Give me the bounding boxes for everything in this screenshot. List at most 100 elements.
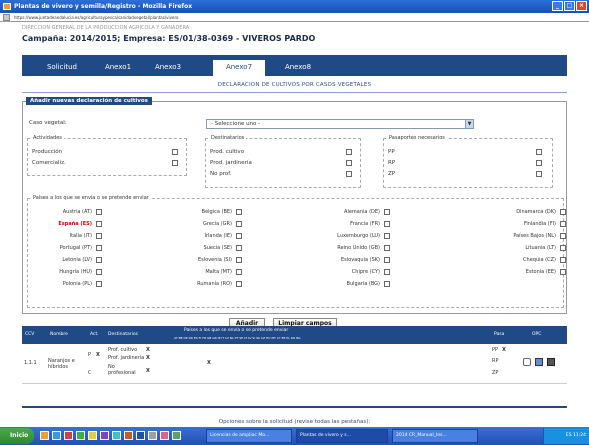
destinatarios-title: Destinatarios xyxy=(209,135,247,141)
taskbar-item-plantas[interactable]: Plantas de vivero y s... xyxy=(296,429,388,443)
country-checkbox[interactable] xyxy=(384,269,390,275)
close-button[interactable]: × xyxy=(576,1,587,11)
country-checkbox[interactable] xyxy=(236,221,242,227)
url-text: https://www.juntadeandalucia.es/agricult… xyxy=(14,15,179,20)
edit-icon[interactable] xyxy=(535,358,543,366)
row-pasa3: ZP xyxy=(492,370,499,376)
country-checkbox[interactable] xyxy=(236,269,242,275)
tab-anexo3[interactable]: Anexo3 xyxy=(150,60,186,76)
page-title: Campaña: 2014/2015; Empresa: ES/01/38-03… xyxy=(22,34,316,43)
row-pasa1: PP xyxy=(492,347,499,353)
delete-icon[interactable] xyxy=(547,358,555,366)
act-produccion-checkbox[interactable] xyxy=(172,149,178,155)
view-icon[interactable] xyxy=(523,358,531,366)
maximize-button[interactable]: □ xyxy=(564,1,575,11)
row-dest3-x: X xyxy=(146,368,150,374)
tab-anexo1[interactable]: Anexo1 xyxy=(100,60,136,76)
quicklaunch-icon[interactable] xyxy=(160,431,169,440)
country-label: Bulgaria (BG) xyxy=(346,281,380,287)
tab-anexo8[interactable]: Anexo8 xyxy=(278,60,318,76)
country-label: Países Bajos (NL) xyxy=(513,233,556,239)
dest-jardineria-label: Prod. jardinería xyxy=(210,160,252,166)
minimize-button[interactable]: _ xyxy=(552,1,563,11)
country-label: Chequia (CZ) xyxy=(523,257,556,263)
country-checkbox[interactable] xyxy=(384,281,390,287)
title-bar: Plantas de vivero y semilla/Registro - M… xyxy=(0,0,589,13)
quicklaunch-icon[interactable] xyxy=(124,431,133,440)
country-checkbox[interactable] xyxy=(236,281,242,287)
country-checkbox[interactable] xyxy=(236,233,242,239)
country-label: Portugal (PT) xyxy=(59,245,92,251)
dest-cultivo-checkbox[interactable] xyxy=(346,149,352,155)
dest-noprof-checkbox[interactable] xyxy=(346,171,352,177)
row-es-mark: X xyxy=(207,360,211,366)
tab-solicitud[interactable]: Solicitud xyxy=(40,60,84,76)
country-checkbox[interactable] xyxy=(236,245,242,251)
country-checkbox[interactable] xyxy=(96,245,102,251)
add-declaration-form: Añadir nuevas declaración de cultivos Ca… xyxy=(22,97,567,329)
tab-anexo7[interactable]: Anexo7 xyxy=(212,59,266,76)
quicklaunch-icon[interactable] xyxy=(76,431,85,440)
row-dest1: Prof. cultivo xyxy=(108,347,138,353)
tab-bar: Solicitud Anexo1 Anexo3 Anexo7 Anexo8 xyxy=(22,55,567,76)
quicklaunch-icon[interactable] xyxy=(112,431,121,440)
country-checkbox[interactable] xyxy=(560,257,566,263)
country-checkbox[interactable] xyxy=(96,233,102,239)
country-checkbox[interactable] xyxy=(560,209,566,215)
act-comercializ-checkbox[interactable] xyxy=(172,160,178,166)
caso-vegetal-select[interactable]: - Seleccione uno - ▼ xyxy=(206,119,474,129)
country-checkbox[interactable] xyxy=(560,269,566,275)
country-label: Francia (FR) xyxy=(350,221,380,227)
row-act-x: X xyxy=(96,352,100,358)
pasa-pp-checkbox[interactable] xyxy=(536,149,542,155)
country-checkbox[interactable] xyxy=(384,257,390,263)
country-checkbox[interactable] xyxy=(96,257,102,263)
dest-noprof-label: No prof. xyxy=(210,171,232,177)
pasa-rp-checkbox[interactable] xyxy=(536,160,542,166)
row-pasa2: RP xyxy=(492,358,499,364)
pasa-pp-label: PP xyxy=(388,149,395,155)
taskbar-item-manual[interactable]: 2014 CR_Manual_Ins... xyxy=(392,429,478,443)
country-checkbox[interactable] xyxy=(384,245,390,251)
row-pasa1-x: X xyxy=(502,347,506,353)
dest-cultivo-label: Prod. cultivo xyxy=(210,149,245,155)
country-checkbox[interactable] xyxy=(236,257,242,263)
row-dest2-x: X xyxy=(146,355,150,361)
country-label: Grecia (GR) xyxy=(203,221,232,227)
quicklaunch-icon[interactable] xyxy=(100,431,109,440)
pasa-zp-checkbox[interactable] xyxy=(536,171,542,177)
section-title: DECLARACION DE CULTIVOS POR CASOS VEGETA… xyxy=(217,82,372,88)
country-checkbox[interactable] xyxy=(96,281,102,287)
browser-window: Plantas de vivero y semilla/Registro - M… xyxy=(0,0,589,445)
quicklaunch-icon[interactable] xyxy=(88,431,97,440)
quicklaunch-icon[interactable] xyxy=(136,431,145,440)
pasa-rp-label: RP xyxy=(388,160,396,166)
country-checkbox[interactable] xyxy=(384,209,390,215)
country-checkbox[interactable] xyxy=(236,209,242,215)
quicklaunch-icon[interactable] xyxy=(52,431,61,440)
footer-options-link[interactable]: Opciones sobre la solicitud (revise toda… xyxy=(22,419,567,425)
quicklaunch-icon[interactable] xyxy=(40,431,49,440)
quicklaunch-icon[interactable] xyxy=(148,431,157,440)
start-button[interactable]: Inicio xyxy=(0,428,34,444)
dest-jardineria-checkbox[interactable] xyxy=(346,160,352,166)
th-destinatarios: Destinatarios xyxy=(108,332,138,337)
country-checkbox[interactable] xyxy=(384,221,390,227)
address-bar[interactable]: https://www.juntadeandalucia.es/agricult… xyxy=(0,13,589,22)
quicklaunch-icon[interactable] xyxy=(64,431,73,440)
country-label: Alemania (DE) xyxy=(344,209,380,215)
country-checkbox[interactable] xyxy=(560,233,566,239)
country-label: Bélgica (BE) xyxy=(201,209,232,215)
country-label: España (ES) xyxy=(58,221,92,227)
country-checkbox[interactable] xyxy=(560,245,566,251)
country-checkbox[interactable] xyxy=(96,221,102,227)
country-label: Italia (IT) xyxy=(69,233,92,239)
taskbar-item-licencias[interactable]: Licencias de ampliac Mo... xyxy=(206,429,292,443)
country-checkbox[interactable] xyxy=(384,233,390,239)
th-pasa: Pasa xyxy=(494,332,505,337)
quicklaunch-icon[interactable] xyxy=(172,431,181,440)
table-row: 1.1.1 Naranjos e híbridos P X C Prof. cu… xyxy=(22,344,567,384)
country-checkbox[interactable] xyxy=(96,209,102,215)
country-checkbox[interactable] xyxy=(560,221,566,227)
country-checkbox[interactable] xyxy=(96,269,102,275)
